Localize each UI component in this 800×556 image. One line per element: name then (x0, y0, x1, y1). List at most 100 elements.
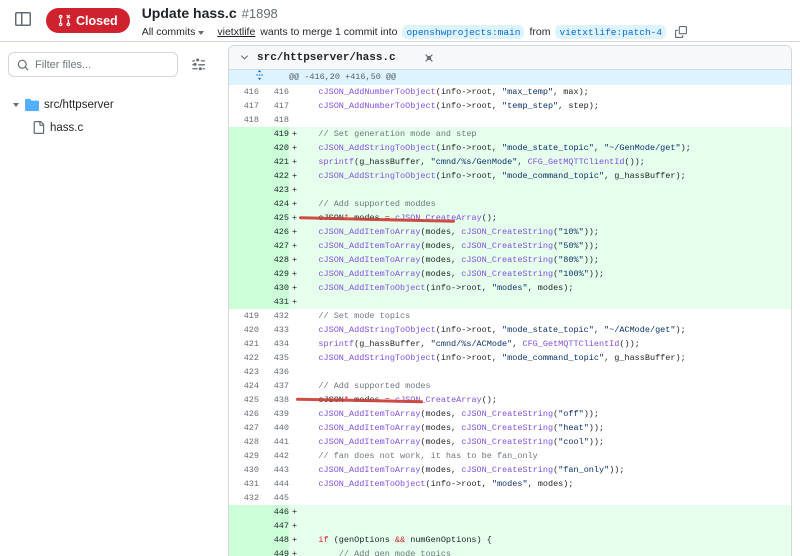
new-line-number[interactable]: 442 (259, 449, 289, 463)
new-line-number[interactable]: 444 (259, 477, 289, 491)
new-line-number[interactable]: 431 (259, 295, 289, 309)
new-line-number[interactable]: 447 (259, 519, 289, 533)
old-line-number[interactable]: 421 (229, 337, 259, 351)
old-line-number[interactable]: 426 (229, 407, 259, 421)
copy-branch-button[interactable] (673, 24, 689, 40)
old-line-number[interactable]: 422 (229, 351, 259, 365)
new-line-number[interactable]: 419 (259, 127, 289, 141)
diff-line: 426 + cJSON_AddItemToArray(modes, cJSON_C… (229, 225, 791, 239)
old-line-number[interactable] (229, 547, 259, 556)
old-line-number[interactable] (229, 169, 259, 183)
new-line-number[interactable]: 421 (259, 155, 289, 169)
new-line-number[interactable]: 416 (259, 85, 289, 99)
old-line-number[interactable] (229, 253, 259, 267)
diff-line: 422 435 cJSON_AddStringToObject(info->roo… (229, 351, 791, 365)
file-header: src/httpserver/hass.c (229, 46, 791, 70)
old-line-number[interactable] (229, 141, 259, 155)
new-line-number[interactable]: 441 (259, 435, 289, 449)
new-line-number[interactable]: 420 (259, 141, 289, 155)
new-line-number[interactable]: 426 (259, 225, 289, 239)
collapse-file-button[interactable] (239, 52, 250, 63)
old-line-number[interactable] (229, 239, 259, 253)
new-line-number[interactable]: 428 (259, 253, 289, 267)
old-line-number[interactable] (229, 267, 259, 281)
old-line-number[interactable]: 429 (229, 449, 259, 463)
new-line-number[interactable]: 430 (259, 281, 289, 295)
old-line-number[interactable] (229, 183, 259, 197)
new-line-number[interactable]: 435 (259, 351, 289, 365)
pr-meta: All commits vietxtlife wants to merge 1 … (142, 24, 689, 40)
old-line-number[interactable] (229, 225, 259, 239)
code-line: cJSON_AddItemToArray(modes, cJSON_Create… (289, 435, 791, 449)
new-line-number[interactable]: 437 (259, 379, 289, 393)
diff-line: 431 + (229, 295, 791, 309)
old-line-number[interactable] (229, 295, 259, 309)
new-line-number[interactable]: 422 (259, 169, 289, 183)
old-line-number[interactable]: 423 (229, 365, 259, 379)
diff-line: 417 417 cJSON_AddNumberToObject(info->roo… (229, 99, 791, 113)
old-line-number[interactable] (229, 505, 259, 519)
old-line-number[interactable]: 417 (229, 99, 259, 113)
old-line-number[interactable]: 425 (229, 393, 259, 407)
new-line-number[interactable]: 446 (259, 505, 289, 519)
new-line-number[interactable]: 438 (259, 393, 289, 407)
file-filter-button[interactable] (186, 52, 212, 77)
code-line (289, 113, 791, 127)
author-link[interactable]: vietxtlife (217, 26, 255, 38)
unfold-icon (255, 70, 263, 80)
old-line-number[interactable]: 419 (229, 309, 259, 323)
new-line-number[interactable]: 425 (259, 211, 289, 225)
new-line-number[interactable]: 432 (259, 309, 289, 323)
code-line: cJSON* modes = cJSON_CreateArray(); (289, 393, 791, 407)
diff-line: 449 + // Add gen mode topics (229, 547, 791, 556)
new-line-number[interactable]: 436 (259, 365, 289, 379)
new-line-number[interactable]: 418 (259, 113, 289, 127)
new-line-number[interactable]: 443 (259, 463, 289, 477)
new-line-number[interactable]: 417 (259, 99, 289, 113)
old-line-number[interactable]: 431 (229, 477, 259, 491)
code-line: cJSON_AddItemToArray(modes, cJSON_Create… (289, 463, 791, 477)
code-line: cJSON_AddItemToArray(modes, cJSON_Create… (289, 421, 791, 435)
old-line-number[interactable]: 418 (229, 113, 259, 127)
collapse-sidebar-button[interactable] (10, 7, 36, 33)
old-line-number[interactable]: 428 (229, 435, 259, 449)
new-line-number[interactable]: 448 (259, 533, 289, 547)
new-line-number[interactable]: 434 (259, 337, 289, 351)
sidebar-item-src-httpserver[interactable]: src/httpserver (8, 93, 212, 116)
copy-path-button[interactable] (421, 50, 437, 66)
old-line-number[interactable]: 420 (229, 323, 259, 337)
new-line-number[interactable]: 439 (259, 407, 289, 421)
code-line: + (289, 295, 791, 309)
new-line-number[interactable]: 449 (259, 547, 289, 556)
new-line-number[interactable]: 433 (259, 323, 289, 337)
base-branch-label: openshwprojects:main (402, 25, 525, 39)
new-line-number[interactable]: 424 (259, 197, 289, 211)
old-line-number[interactable] (229, 127, 259, 141)
expand-hunk-button[interactable] (229, 70, 289, 85)
old-line-number[interactable]: 424 (229, 379, 259, 393)
old-line-number[interactable]: 416 (229, 85, 259, 99)
filter-files-input[interactable] (35, 58, 169, 71)
all-commits-dropdown[interactable]: All commits (142, 26, 205, 38)
diff-line: 429 + cJSON_AddItemToArray(modes, cJSON_C… (229, 267, 791, 281)
old-line-number[interactable] (229, 155, 259, 169)
old-line-number[interactable] (229, 197, 259, 211)
new-line-number[interactable]: 429 (259, 267, 289, 281)
new-line-number[interactable]: 440 (259, 421, 289, 435)
code-line: cJSON_AddItemToObject(info->root, "modes… (289, 477, 791, 491)
old-line-number[interactable] (229, 533, 259, 547)
new-line-number[interactable]: 423 (259, 183, 289, 197)
folder-label: src/httpserver (44, 98, 114, 111)
new-line-number[interactable]: 445 (259, 491, 289, 505)
old-line-number[interactable]: 430 (229, 463, 259, 477)
old-line-number[interactable] (229, 519, 259, 533)
old-line-number[interactable] (229, 281, 259, 295)
sidebar-item-hass-c[interactable]: hass.c (8, 116, 212, 139)
old-line-number[interactable]: 427 (229, 421, 259, 435)
diff-line: 420 433 cJSON_AddStringToObject(info->roo… (229, 323, 791, 337)
code-line: cJSON_AddNumberToObject(info->root, "tem… (289, 99, 791, 113)
old-line-number[interactable] (229, 211, 259, 225)
new-line-number[interactable]: 427 (259, 239, 289, 253)
diff-area: src/httpserver/hass.c @@ -416,20 +416,50… (220, 42, 800, 556)
old-line-number[interactable]: 432 (229, 491, 259, 505)
